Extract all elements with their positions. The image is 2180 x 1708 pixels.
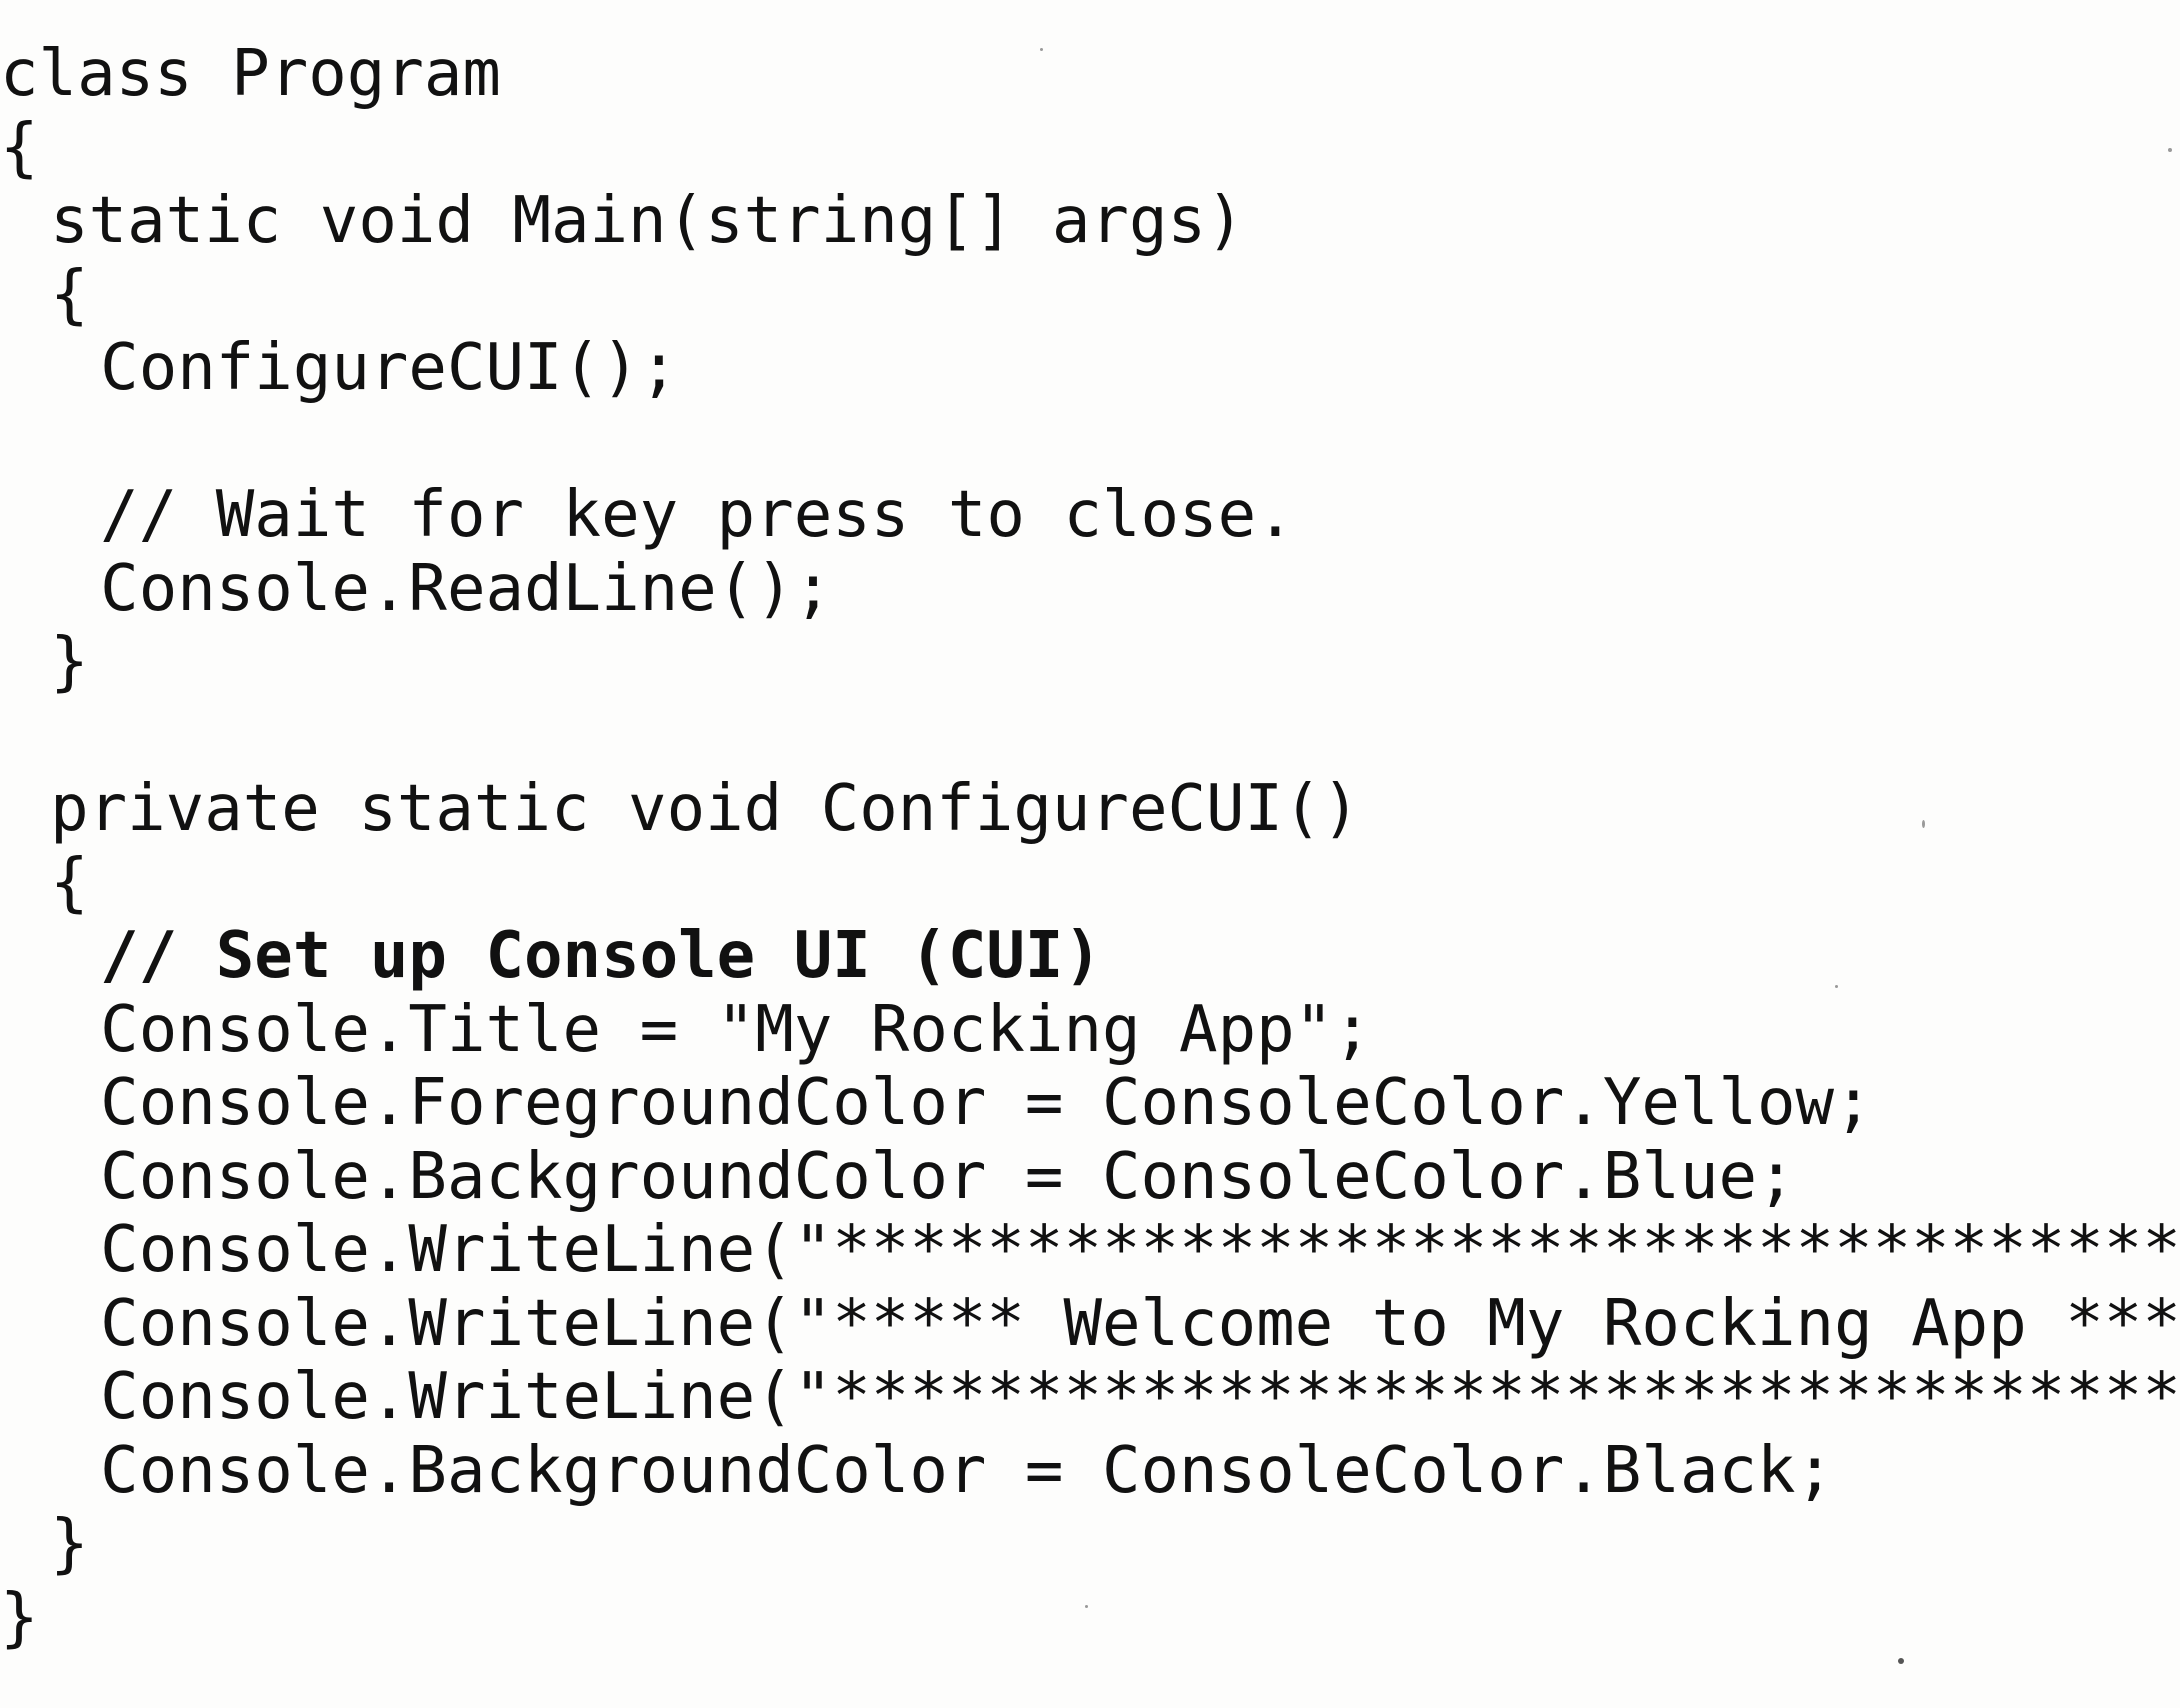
code-line: } <box>0 1580 39 1655</box>
code-line: { <box>0 110 39 185</box>
code-line: Console.WriteLine("***** Welcome to My R… <box>100 1286 2180 1361</box>
scan-speck <box>1898 1658 1904 1664</box>
code-comment-line: // Wait for key press to close. <box>100 478 1295 552</box>
code-line: class Program <box>0 37 501 111</box>
code-line: } <box>50 625 89 699</box>
code-line: Console.ForegroundColor = ConsoleColor.Y… <box>100 1066 1873 1140</box>
code-line: Console.BackgroundColor = ConsoleColor.B… <box>100 1139 1796 1214</box>
code-line: { <box>50 845 89 920</box>
code-line: Console.ReadLine(); <box>100 551 833 626</box>
code-comment-line: // Set up Console UI (CUI) <box>100 919 1102 993</box>
code-line: } <box>50 1507 89 1581</box>
code-line: ConfigureCUI(); <box>100 331 679 405</box>
code-listing: class Program{static void Main(string[] … <box>0 37 2180 1655</box>
code-line: Console.WriteLine("*********************… <box>100 1360 2180 1434</box>
code-line: { <box>50 257 89 332</box>
code-line: Console.WriteLine("*********************… <box>100 1213 2180 1287</box>
code-line: static void Main(string[] args) <box>50 184 1245 258</box>
code-line: Console.BackgroundColor = ConsoleColor.B… <box>100 1433 1835 1508</box>
scanned-page: class Program{static void Main(string[] … <box>0 0 2180 1708</box>
code-line: Console.Title = "My Rocking App"; <box>100 992 1372 1067</box>
code-line: private static void ConfigureCUI() <box>50 772 1361 846</box>
